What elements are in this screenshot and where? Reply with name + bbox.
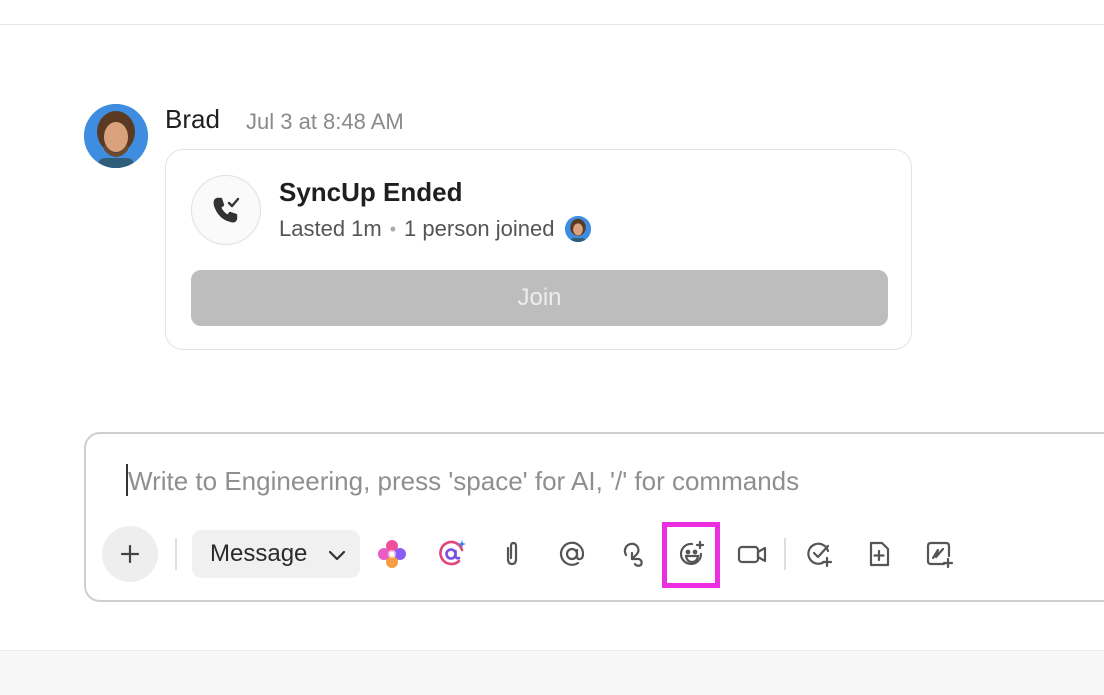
ai-sparkle-icon[interactable] [372, 534, 412, 574]
create-task-icon[interactable] [799, 534, 839, 574]
call-title: SyncUp Ended [279, 177, 463, 207]
message-type-dropdown[interactable]: Message [192, 530, 360, 578]
plus-icon [120, 544, 140, 564]
chevron-down-icon [328, 550, 346, 561]
at-mention-icon[interactable] [552, 534, 592, 574]
call-participants: 1 person joined [404, 216, 555, 241]
top-header-divider [0, 0, 1104, 25]
emoji-button-highlight [662, 522, 720, 588]
call-duration: Lasted 1m [279, 216, 382, 241]
call-summary: Lasted 1m • 1 person joined [279, 216, 591, 242]
message-timestamp[interactable]: Jul 3 at 8:48 AM [246, 109, 404, 135]
bottom-footer-bar [0, 650, 1104, 695]
video-camera-icon[interactable] [732, 534, 772, 574]
paperclip-icon[interactable] [492, 534, 532, 574]
author-name[interactable]: Brad [165, 104, 220, 135]
add-attachment-button[interactable] [102, 526, 158, 582]
author-avatar[interactable] [84, 104, 148, 168]
clip-record-icon[interactable] [612, 534, 652, 574]
message-input[interactable] [126, 460, 1090, 502]
create-doc-icon[interactable] [859, 534, 899, 574]
toolbar-divider-2 [784, 538, 786, 570]
message-type-label: Message [210, 540, 308, 567]
participant-avatar[interactable] [564, 216, 591, 242]
join-call-button[interactable]: Join [191, 270, 888, 326]
call-ended-icon [191, 175, 261, 245]
create-whiteboard-icon[interactable] [919, 534, 959, 574]
summary-separator: • [389, 218, 397, 239]
call-ended-card: SyncUp Ended Lasted 1m • 1 person joined… [165, 149, 912, 350]
ai-mention-icon[interactable] [432, 534, 472, 574]
message-composer: Message [84, 432, 1104, 602]
toolbar-divider [175, 538, 177, 570]
